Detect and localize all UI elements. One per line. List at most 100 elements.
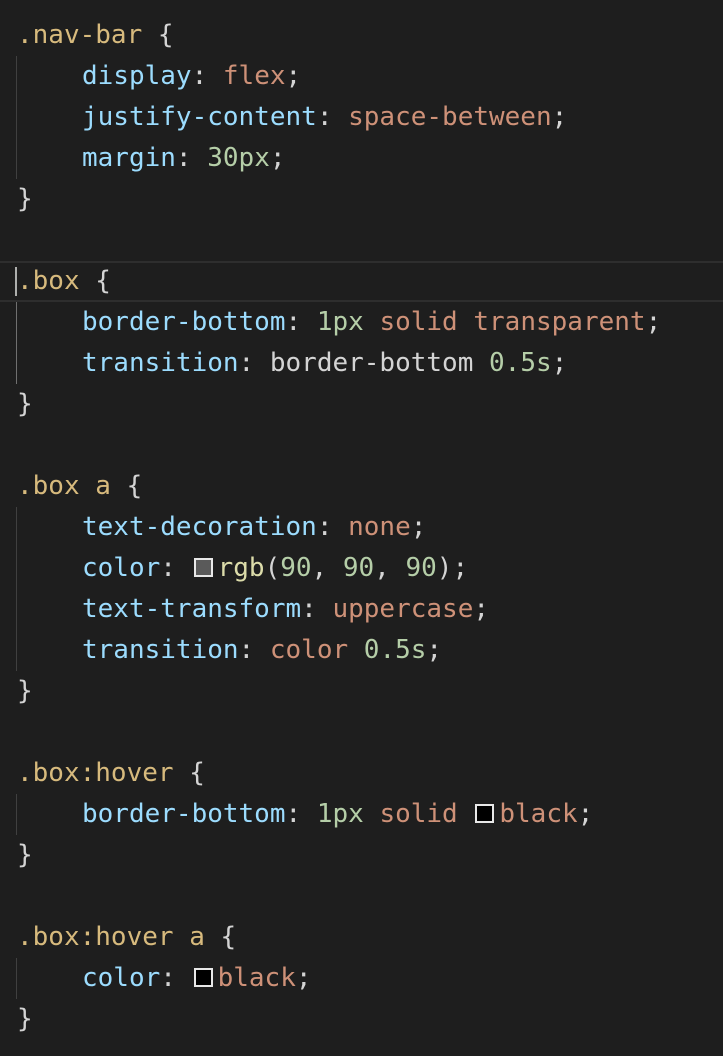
code-line-declaration[interactable]: color: black; [0,958,723,999]
colon: : [160,553,192,583]
css-selector: .box [17,266,80,296]
color-swatch-icon[interactable] [193,558,213,577]
css-punctuation [473,348,489,378]
code-line-selector[interactable]: .box a { [0,466,723,507]
code-line-declaration[interactable]: transition: border-bottom 0.5s; [0,343,723,384]
code-line-declaration[interactable]: transition: color 0.5s; [0,630,723,671]
css-punctuation [348,635,364,665]
indent-guide [16,56,17,179]
code-line-close[interactable]: } [0,671,723,712]
code-line-selector[interactable]: .box { [0,261,723,302]
code-line-close[interactable]: } [0,384,723,425]
semicolon: ; [452,553,469,583]
indent-guide [16,507,17,671]
code-line-declaration[interactable]: justify-content: space-between; [0,97,723,138]
semicolon: ; [577,799,594,829]
css-value: black [499,799,578,829]
open-brace: { [142,20,174,50]
css-punctuation: , [374,553,406,583]
close-brace: } [17,676,33,706]
close-brace: } [17,389,33,419]
css-value: space-between [348,102,552,132]
code-line-selector[interactable]: .box:hover { [0,753,723,794]
semicolon: ; [551,348,568,378]
colon: : [238,348,270,378]
code-line-declaration[interactable]: border-bottom: 1px solid black; [0,794,723,835]
css-number: 90 [342,553,375,583]
indent-guide [16,958,17,999]
css-selector: .nav-bar [17,20,143,50]
css-property: color [82,553,161,583]
css-value: flex [222,61,286,91]
css-punctuation: ( [264,553,281,583]
text-cursor [15,267,17,296]
css-number: 90 [405,553,437,583]
color-swatch-icon[interactable] [475,804,495,823]
code-line-blank[interactable] [0,425,723,466]
css-property: border-bottom [82,799,286,829]
code-line-blank[interactable] [0,220,723,261]
code-line-declaration[interactable]: margin: 30px; [0,138,723,179]
css-number: 90 [280,553,312,583]
semicolon: ; [551,102,568,132]
colon: : [160,963,192,993]
colon: : [238,635,270,665]
semicolon: ; [285,61,302,91]
css-punctuation [364,307,380,337]
color-swatch-icon[interactable] [193,968,213,987]
css-property: text-transform [82,594,302,624]
colon: : [301,594,333,624]
colon: : [316,512,349,542]
css-value: solid [379,307,458,337]
colon: : [285,307,317,337]
semicolon: ; [410,512,427,542]
css-punctuation: , [311,553,343,583]
code-line-declaration[interactable]: text-transform: uppercase; [0,589,723,630]
indent-guide [16,794,17,835]
css-selector: .box:hover [17,922,174,952]
semicolon: ; [426,635,443,665]
close-brace: } [17,840,33,870]
css-tag-selector: a [173,922,205,952]
css-number: 0.5s [489,348,552,378]
semicolon: ; [473,594,490,624]
code-line-declaration[interactable]: border-bottom: 1px solid transparent; [0,302,723,343]
semicolon: ; [295,963,312,993]
css-punctuation: ) [436,553,453,583]
css-property: text-decoration [82,512,317,542]
colon: : [175,143,208,173]
close-brace: } [17,1004,33,1034]
open-brace: { [79,266,111,296]
css-punctuation [458,799,474,829]
css-property: transition [82,635,239,665]
colon: : [191,61,223,91]
css-tag-selector: a [79,471,111,501]
css-punctuation [458,307,474,337]
code-line-declaration[interactable]: display: flex; [0,56,723,97]
css-punctuation: border-bottom [269,348,474,378]
css-function: rgb [217,553,265,583]
code-line-blank[interactable] [0,712,723,753]
code-line-declaration[interactable]: color: rgb(90, 90, 90); [0,548,723,589]
css-value: uppercase [332,594,474,624]
css-property: color [82,963,161,993]
code-line-blank[interactable] [0,876,723,917]
css-property: justify-content [82,102,317,132]
code-line-declaration[interactable]: text-decoration: none; [0,507,723,548]
css-value: none [348,512,411,542]
css-selector: .box:hover [17,758,174,788]
code-line-close[interactable]: } [0,179,723,220]
css-value: solid [379,799,458,829]
code-line-selector[interactable]: .box:hover a { [0,917,723,958]
css-value: black [217,963,296,993]
css-property: margin [82,143,176,173]
css-value: color [269,635,349,665]
code-editor[interactable]: .nav-bar {display: flex; justify-content:… [0,15,723,1040]
colon: : [285,799,317,829]
code-line-close[interactable]: } [0,835,723,876]
css-value: transparent [473,307,646,337]
code-line-selector[interactable]: .nav-bar { [0,15,723,56]
code-line-close[interactable]: } [0,999,723,1040]
css-property: display [82,61,192,91]
semicolon: ; [645,307,662,337]
